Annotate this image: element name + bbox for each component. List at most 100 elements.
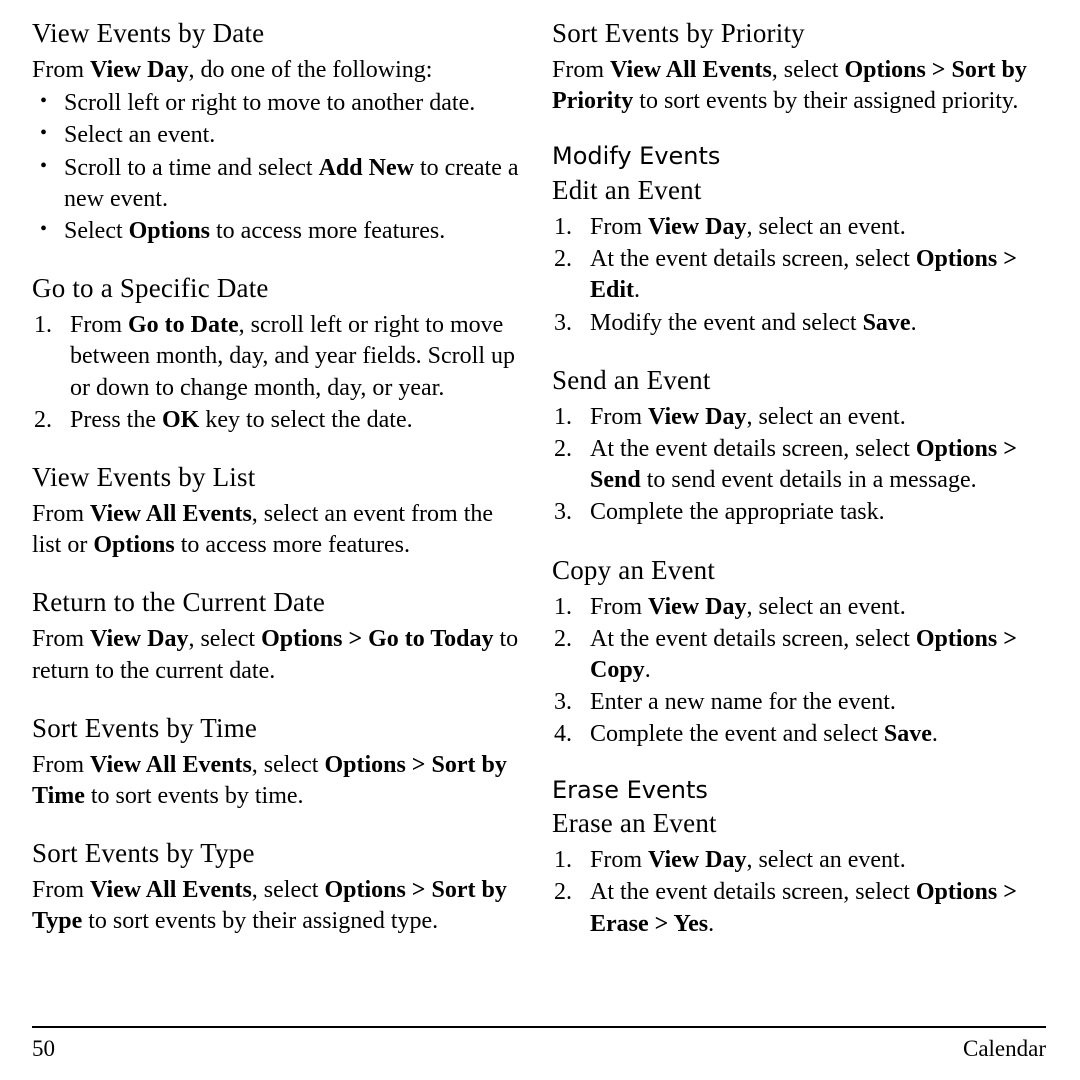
text-pre: From xyxy=(32,626,91,653)
paragraph-return-to-the-current-date: From View Day, select Options > Go to To… xyxy=(32,624,526,686)
text-pre: From xyxy=(32,877,91,904)
page-footer: 50 Calendar xyxy=(32,1026,1046,1062)
list-item: Complete the appropriate task. xyxy=(552,497,1046,528)
heading-modify-events: Modify Events xyxy=(552,142,721,171)
list-item: Enter a new name for the event. xyxy=(552,687,1046,718)
right-column: Sort Events by Priority From View All Ev… xyxy=(552,18,1046,941)
list-item: From View Day, select an event. xyxy=(552,402,1046,433)
list-item: From View Day, select an event. xyxy=(552,845,1046,876)
text-mid: , select xyxy=(251,877,325,904)
list-item: At the event details screen, select Opti… xyxy=(552,244,1046,306)
text-bold: View Day xyxy=(648,403,747,430)
text-pre: From xyxy=(552,57,611,84)
text-bold: Save xyxy=(883,721,932,748)
text-post: key to select the date. xyxy=(199,406,413,433)
paragraph-sort-events-by-time: From View All Events, select Options > S… xyxy=(32,750,526,812)
text-bold-1: View All Events xyxy=(610,57,772,84)
list-item: Complete the event and select Save. xyxy=(552,719,1046,750)
text-bold: OK xyxy=(162,406,200,433)
heading-erase-events: Erase Events xyxy=(552,775,708,804)
text-bold: Add New xyxy=(318,154,414,181)
list-item: From View Day, select an event. xyxy=(552,592,1046,623)
text-bold: View Day xyxy=(648,593,747,620)
text-bold: View Day xyxy=(90,57,189,84)
text-post: to sort events by time. xyxy=(84,783,304,810)
text-pre: From xyxy=(590,847,649,874)
heading-sort-events-by-time: Sort Events by Time xyxy=(32,712,258,743)
list-view-events-by-date: Scroll left or right to move to another … xyxy=(32,88,526,247)
text-bold: Options xyxy=(128,217,211,244)
text-pre: At the event details screen, select xyxy=(590,246,916,273)
text-pre: At the event details screen, select xyxy=(590,625,916,652)
text-post: . xyxy=(634,277,641,304)
text-bold-1: View All Events xyxy=(90,751,252,778)
text-post: to send event details in a message. xyxy=(640,467,977,494)
heading-sort-events-by-type: Sort Events by Type xyxy=(32,838,255,869)
text-post: , select an event. xyxy=(746,403,906,430)
text-post: . xyxy=(910,309,917,336)
heading-copy-an-event: Copy an Event xyxy=(552,554,716,585)
text-bold-1: View Day xyxy=(90,626,189,653)
list-item: From Go to Date, scroll left or right to… xyxy=(32,310,526,404)
text-pre: Press the xyxy=(70,406,162,433)
list-item: Modify the event and select Save. xyxy=(552,308,1046,339)
list-go-to-a-specific-date: From Go to Date, scroll left or right to… xyxy=(32,310,526,436)
heading-view-events-by-date: View Events by Date xyxy=(32,18,265,48)
text-pre: From xyxy=(32,57,91,84)
list-item: Press the OK key to select the date. xyxy=(32,405,526,436)
footer-row: 50 Calendar xyxy=(32,1036,1046,1062)
heading-send-an-event: Send an Event xyxy=(552,364,711,395)
list-item: Scroll to a time and select Add New to c… xyxy=(32,153,526,215)
text-post: , select an event. xyxy=(746,214,906,241)
text-bold-2: Options > Go to Today xyxy=(261,626,494,653)
heading-go-to-a-specific-date: Go to a Specific Date xyxy=(32,273,269,304)
text-pre: Select xyxy=(64,217,129,244)
two-column-layout: View Events by Date From View Day, do on… xyxy=(32,18,1046,941)
text-bold-2: Options xyxy=(93,532,175,559)
text-bold-1: View All Events xyxy=(90,877,252,904)
text-bold: Save xyxy=(862,309,911,336)
text-mid: , select xyxy=(188,626,262,653)
list-item: At the event details screen, select Opti… xyxy=(552,434,1046,496)
text-post: to access more features. xyxy=(174,532,410,559)
footer-divider xyxy=(32,1026,1046,1028)
heading-return-to-the-current-date: Return to the Current Date xyxy=(32,587,326,618)
paragraph-view-events-by-date-intro: From View Day, do one of the following: xyxy=(32,55,526,86)
list-copy-an-event: From View Day, select an event. At the e… xyxy=(552,592,1046,751)
heading-edit-an-event: Edit an Event xyxy=(552,175,702,206)
text-bold: View Day xyxy=(648,847,747,874)
heading-erase-an-event: Erase an Event xyxy=(552,808,717,839)
text-post: to sort events by their assigned priorit… xyxy=(633,88,1019,115)
list-erase-an-event: From View Day, select an event. At the e… xyxy=(552,845,1046,940)
text-bold: Go to Date xyxy=(128,312,239,339)
paragraph-view-events-by-list: From View All Events, select an event fr… xyxy=(32,499,526,561)
text-pre: Scroll to a time and select xyxy=(64,154,319,181)
text-pre: From xyxy=(590,403,649,430)
left-column: View Events by Date From View Day, do on… xyxy=(32,18,526,941)
text-post: to access more features. xyxy=(210,217,446,244)
list-item: Scroll left or right to move to another … xyxy=(32,88,526,119)
text-pre: Complete the event and select xyxy=(590,721,884,748)
text-pre: At the event details screen, select xyxy=(590,879,916,906)
paragraph-sort-events-by-type: From View All Events, select Options > S… xyxy=(32,875,526,937)
text-post: . xyxy=(931,721,938,748)
text-pre: From xyxy=(32,751,91,778)
text-pre: Select an event. xyxy=(64,122,216,149)
chapter-name: Calendar xyxy=(962,1036,1046,1061)
text-post: . xyxy=(644,657,651,684)
text-pre: From xyxy=(32,501,91,528)
text-pre: From xyxy=(590,593,649,620)
text-post: , select an event. xyxy=(746,847,906,874)
paragraph-sort-events-by-priority: From View All Events, select Options > S… xyxy=(552,55,1046,117)
list-send-an-event: From View Day, select an event. At the e… xyxy=(552,402,1046,529)
list-item: Select Options to access more features. xyxy=(32,216,526,247)
list-item: At the event details screen, select Opti… xyxy=(552,624,1046,686)
text-mid: , select xyxy=(251,751,325,778)
heading-view-events-by-list: View Events by List xyxy=(32,461,256,492)
list-edit-an-event: From View Day, select an event. At the e… xyxy=(552,212,1046,339)
text-pre: Scroll left or right to move to another … xyxy=(64,90,476,117)
text-post: to sort events by their assigned type. xyxy=(82,908,439,935)
heading-sort-events-by-priority: Sort Events by Priority xyxy=(552,18,805,48)
list-item: From View Day, select an event. xyxy=(552,212,1046,243)
text-pre: From xyxy=(590,214,649,241)
